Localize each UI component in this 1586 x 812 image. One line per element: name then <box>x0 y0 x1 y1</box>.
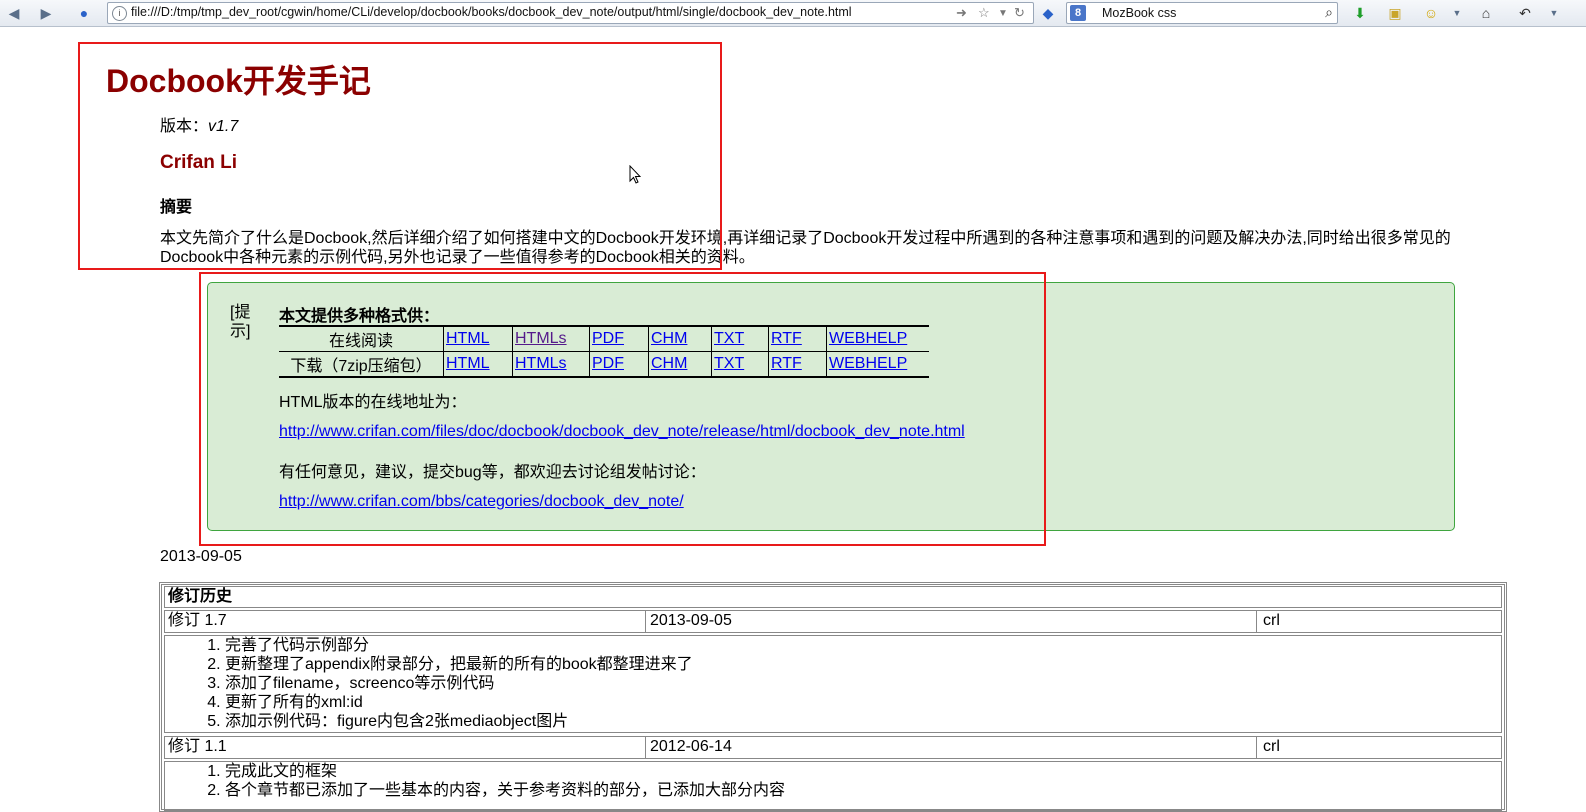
list-item: 更新整理了appendix附录部分，把最新的所有的book都整理进来了 <box>225 655 1501 674</box>
format-row-online: 在线阅读 HTML HTMLs PDF CHM TXT RTF WEBHELP <box>279 325 929 352</box>
download-txt-link[interactable]: TXT <box>714 355 744 372</box>
publish-date: 2013-09-05 <box>160 548 242 565</box>
revision-date: 2012-06-14 <box>647 737 1257 758</box>
online-chm-link[interactable]: CHM <box>651 330 687 347</box>
revision-history-title: 修订历史 <box>168 588 233 605</box>
forward-arrow-icon[interactable]: ▶ <box>36 3 56 23</box>
format-row-download: 下载（7zip压缩包） HTML HTMLs PDF CHM TXT RTF W… <box>279 351 929 378</box>
search-magnifier-icon[interactable]: ⌕ <box>1325 4 1333 21</box>
list-item: 各个章节都已添加了一些基本的内容，关于参考资料的部分，已添加大部分内容 <box>225 781 1501 800</box>
page-title: Docbook开发手记 <box>106 63 371 99</box>
revision-version: 修订 1.7 <box>165 611 646 632</box>
addon-box-icon[interactable]: ▣ <box>1385 3 1405 23</box>
format-row-label: 下载（7zip压缩包） <box>279 351 444 378</box>
revision-row: 修订 1.1 2012-06-14 crl <box>164 736 1502 759</box>
site-identity-icon[interactable]: i <box>112 6 127 21</box>
revision-version: 修订 1.1 <box>165 737 646 758</box>
list-item: 添加了filename，screenco等示例代码 <box>225 674 1501 693</box>
revision-history-table: 修订历史 修订 1.7 2013-09-05 crl 完善了代码示例部分 更新整… <box>159 582 1507 812</box>
list-item: 更新了所有的xml:id <box>225 693 1501 712</box>
list-item: 完成此文的框架 <box>225 762 1501 781</box>
page-globe-icon[interactable]: ● <box>74 3 94 23</box>
go-icon[interactable]: ➜ <box>956 5 967 21</box>
address-text[interactable]: file:///D:/tmp/tmp_dev_root/cgwin/home/C… <box>131 5 852 19</box>
menu-dropdown-icon[interactable]: ▼ <box>1447 3 1467 23</box>
reload-icon[interactable]: ↻ <box>1014 5 1025 21</box>
revision-date: 2013-09-05 <box>647 611 1257 632</box>
feedback-link[interactable]: http://www.crifan.com/bbs/categories/doc… <box>279 493 684 510</box>
version-number: v1.7 <box>208 118 239 135</box>
format-row-label: 在线阅读 <box>279 325 444 352</box>
revision-author: crl <box>1263 738 1280 755</box>
online-webhelp-link[interactable]: WEBHELP <box>829 330 907 347</box>
url-dropdown-icon[interactable]: ▼ <box>998 8 1008 19</box>
back-arrow-icon[interactable]: ◀ <box>4 3 24 23</box>
revision-row: 修订 1.7 2013-09-05 crl <box>164 610 1502 633</box>
download-webhelp-link[interactable]: WEBHELP <box>829 355 907 372</box>
download-htmls-link[interactable]: HTMLs <box>515 355 567 372</box>
revision-item-list: 完成此文的框架 各个章节都已添加了一些基本的内容，关于参考资料的部分，已添加大部… <box>165 762 1501 800</box>
addon-icon[interactable]: ◆ <box>1038 3 1058 23</box>
revision-history-header: 修订历史 <box>164 586 1502 608</box>
download-icon[interactable]: ⬇ <box>1350 3 1370 23</box>
feedback-text: 有任何意见，建议，提交bug等，都欢迎去讨论组发帖讨论： <box>279 464 706 481</box>
list-item: 完善了代码示例部分 <box>225 636 1501 655</box>
address-bar[interactable]: i file:///D:/tmp/tmp_dev_root/cgwin/home… <box>107 2 1034 24</box>
author-name: Crifan Li <box>160 152 238 173</box>
download-rtf-link[interactable]: RTF <box>771 355 802 372</box>
tip-box: [提示] 本文提供多种格式供： 在线阅读 HTML HTMLs PDF CHM … <box>207 282 1455 531</box>
tip-heading: 本文提供多种格式供： <box>279 308 440 325</box>
browser-toolbar: ◀ ▶ ● i file:///D:/tmp/tmp_dev_root/cgwi… <box>0 0 1586 27</box>
search-bar[interactable]: 8 MozBook css ⌕ <box>1066 2 1338 24</box>
download-html-link[interactable]: HTML <box>446 355 490 372</box>
list-item: 添加示例代码：figure内包含2张mediaobject图片 <box>225 712 1501 731</box>
smiley-icon[interactable]: ☺ <box>1421 3 1441 23</box>
abstract-text: 本文先简介了什么是Docbook,然后详细介绍了如何搭建中文的Docbook开发… <box>160 230 1451 266</box>
revision-item-list: 完善了代码示例部分 更新整理了appendix附录部分，把最新的所有的book都… <box>165 636 1501 731</box>
online-txt-link[interactable]: TXT <box>714 330 744 347</box>
home-icon[interactable]: ⌂ <box>1476 3 1496 23</box>
toolbar-extra-icon[interactable]: ↶ <box>1515 3 1535 23</box>
version-label: 版本： <box>160 118 209 135</box>
abstract-title: 摘要 <box>160 199 193 216</box>
format-table: 在线阅读 HTML HTMLs PDF CHM TXT RTF WEBHELP … <box>279 325 929 378</box>
revision-author: crl <box>1263 612 1280 629</box>
search-input[interactable]: MozBook css <box>1102 6 1176 20</box>
online-html-link[interactable]: HTML <box>446 330 490 347</box>
online-pdf-link[interactable]: PDF <box>592 330 624 347</box>
online-address-link[interactable]: http://www.crifan.com/files/doc/docbook/… <box>279 423 965 440</box>
version-line: 版本：v1.7 <box>160 112 238 136</box>
online-address-text: HTML版本的在线地址为： <box>279 394 467 411</box>
online-htmls-link[interactable]: HTMLs <box>515 330 567 347</box>
download-pdf-link[interactable]: PDF <box>592 355 624 372</box>
bookmark-star-icon[interactable]: ☆ <box>978 5 990 21</box>
mouse-cursor-icon <box>629 164 642 190</box>
revision-details: 完善了代码示例部分 更新整理了appendix附录部分，把最新的所有的book都… <box>164 635 1502 733</box>
tip-label: [提示] <box>230 304 251 340</box>
online-rtf-link[interactable]: RTF <box>771 330 802 347</box>
download-chm-link[interactable]: CHM <box>651 355 687 372</box>
toolbar-extra-dropdown-icon[interactable]: ▼ <box>1544 3 1564 23</box>
search-engine-icon[interactable]: 8 <box>1070 5 1086 21</box>
